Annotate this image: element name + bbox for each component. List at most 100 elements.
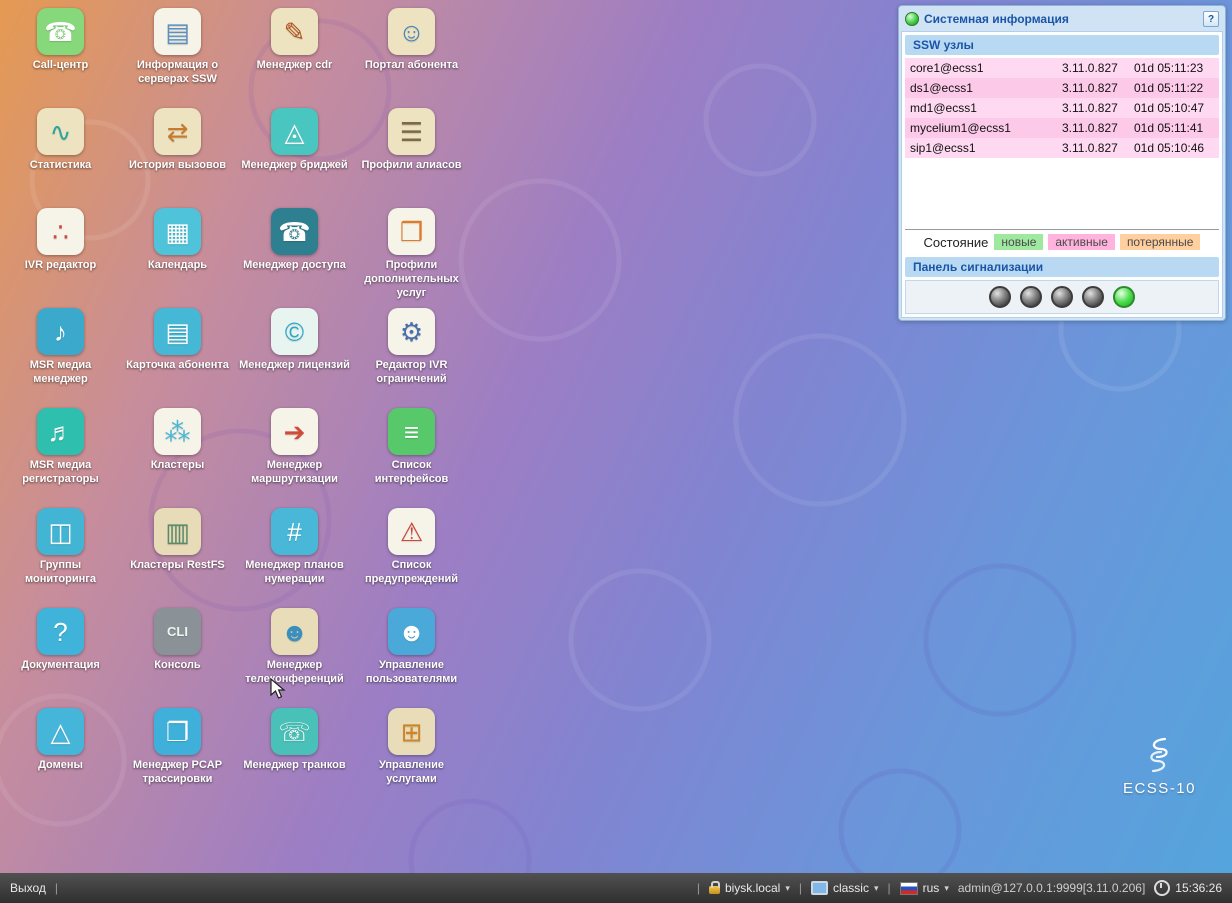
equalizer-icon: ♬ [37, 408, 84, 455]
alarm-led-gray[interactable] [989, 286, 1011, 308]
dialpad-icon: # [271, 508, 318, 555]
desktop-icon-teleconference-manager[interactable]: ☻Менеджер телеконференций [236, 608, 353, 708]
node-uptime: 01d 05:11:41 [1134, 121, 1214, 135]
alarm-led-gray[interactable] [1051, 286, 1073, 308]
desktop-icon-monitoring-groups[interactable]: ◫Группы мониторинга [2, 508, 119, 608]
monitor-user-icon: ☺ [388, 8, 435, 55]
desktop-icon-label: Менеджер бриджей [241, 159, 347, 173]
desktop-icon-label: Список предупреждений [355, 559, 469, 587]
desktop-icon-label: Управление пользователями [355, 659, 469, 687]
icon-glyph: ➔ [284, 419, 306, 445]
desktop-icon-bridge-manager[interactable]: ◬ Менеджер бриджей [236, 108, 353, 208]
desktop-icon-label: MSR медиа регистраторы [4, 459, 118, 487]
desktop-icon-restfs-clusters[interactable]: ▥ Кластеры RestFS [119, 508, 236, 608]
separator: | [799, 881, 802, 895]
desktop-icon-label: Список интерфейсов [355, 459, 469, 487]
desktop-icon-label: Менеджер cdr [257, 59, 333, 73]
desktop-icon-license-manager[interactable]: ©Менеджер лицензий [236, 308, 353, 408]
theme-selector[interactable]: classic ▾ [811, 881, 879, 895]
desktop-icon-ssw-servers-info[interactable]: ▤Информация о серверах SSW [119, 8, 236, 108]
time-label: 15:36:26 [1175, 881, 1222, 895]
desktop-icon-clusters[interactable]: ⁂Кластеры [119, 408, 236, 508]
desktop-icon-label: Статистика [30, 159, 92, 173]
alarm-led-gray[interactable] [1020, 286, 1042, 308]
separator: | [55, 881, 58, 895]
desktop-icon-service-management[interactable]: ⊞Управление услугами [353, 708, 470, 808]
desktop-icon-interface-list[interactable]: ≡Список интерфейсов [353, 408, 470, 508]
gears-icon: ⚙ [388, 308, 435, 355]
desktop-icon-cdr-manager[interactable]: ✎ Менеджер cdr [236, 8, 353, 108]
desktop-icon-domains[interactable]: △ Домены [2, 708, 119, 808]
domain-selector[interactable]: biysk.local ▾ [709, 881, 790, 895]
desktop-icon-label: Консоль [154, 659, 200, 673]
desktop-icon-label: Кластеры [151, 459, 205, 473]
desktop-icon-calendar[interactable]: ▦Календарь [119, 208, 236, 308]
status-legend-label: Состояние [924, 235, 989, 250]
desktop-icon-label: Менеджер маршрутизации [238, 459, 352, 487]
desktop-icon-warning-list[interactable]: ⚠ Список предупреждений [353, 508, 470, 608]
desktop-icon-label: Календарь [148, 259, 207, 273]
desktop-icon-call-center[interactable]: ☎Call-центр [2, 8, 119, 108]
node-name: md1@ecss1 [910, 101, 1062, 115]
route-arrows-icon: ➔ [271, 408, 318, 455]
desktop-icon-call-history[interactable]: ⇄История вызовов [119, 108, 236, 208]
bridge-icon: ◬ [271, 108, 318, 155]
desktop-icon-pcap-trace-manager[interactable]: ❐Менеджер PCAP трассировки [119, 708, 236, 808]
help-button[interactable]: ? [1203, 11, 1219, 27]
icon-glyph: ⚠ [400, 519, 423, 545]
node-row[interactable]: core1@ecss13.11.0.82701d 05:11:23 [905, 58, 1219, 78]
icon-glyph: ? [53, 619, 67, 645]
server-gear-icon: ▥ [154, 508, 201, 555]
desktop-icon-user-management[interactable]: ☻ Управление пользователями [353, 608, 470, 708]
desktop-icon-msr-media-recorders[interactable]: ♬ MSR медиа регистраторы [2, 408, 119, 508]
alarm-led-gray[interactable] [1082, 286, 1104, 308]
desktop-icon-subscriber-card[interactable]: ▤Карточка абонента [119, 308, 236, 408]
node-uptime: 01d 05:10:47 [1134, 101, 1214, 115]
alarm-panel-header: Панель сигнализации [905, 257, 1219, 277]
desktop-icon-alias-profiles[interactable]: ☰Профили алиасов [353, 108, 470, 208]
people-icon: ☻ [271, 608, 318, 655]
status-orb-icon [905, 12, 919, 26]
desktop-icon-label: Кластеры RestFS [130, 559, 225, 573]
desktop-icon-label: История вызовов [129, 159, 226, 173]
desktop-icon-statistics[interactable]: ∿Статистика [2, 108, 119, 208]
desktop-icon-trunk-manager[interactable]: ☏Менеджер транков [236, 708, 353, 808]
desktop-icon-subscriber-portal[interactable]: ☺ Портал абонента [353, 8, 470, 108]
exit-button[interactable]: Выход [10, 881, 46, 895]
desktop-icon-numbering-plan-manager[interactable]: #Менеджер планов нумерации [236, 508, 353, 608]
node-uptime: 01d 05:11:22 [1134, 81, 1214, 95]
system-info-titlebar[interactable]: Системная информация ? [901, 8, 1223, 31]
desktop-icon-access-manager[interactable]: ☎Менеджер доступа [236, 208, 353, 308]
ssw-nodes-header: SSW узлы [905, 35, 1219, 55]
desktop-icon-documentation[interactable]: ?Документация [2, 608, 119, 708]
ecss-logo-text: ECSS-10 [1123, 780, 1196, 797]
alarm-led-green[interactable] [1113, 286, 1135, 308]
desktop-icon-console[interactable]: CLIКонсоль [119, 608, 236, 708]
icon-glyph: ▤ [165, 319, 190, 345]
desktop-icon-label: Домены [38, 759, 83, 773]
taskbar: Выход | | biysk.local ▾ | classic ▾ | ru… [0, 873, 1232, 903]
desktop-icon-label: Портал абонента [365, 59, 458, 73]
desktop-icon-label: Call-центр [33, 59, 88, 73]
icon-glyph: ✎ [284, 19, 306, 45]
desktop-icon-msr-media-manager[interactable]: ♪MSR медиа менеджер [2, 308, 119, 408]
desktop-icon-ivr-restrictions-editor[interactable]: ⚙ Редактор IVR ограничений [353, 308, 470, 408]
alarm-bell-icon: ⚠ [388, 508, 435, 555]
desktop-icon-label: Редактор IVR ограничений [355, 359, 469, 387]
language-selector[interactable]: rus ▾ [900, 881, 949, 895]
desktop-icon-ivr-editor[interactable]: ∴IVR редактор [2, 208, 119, 308]
node-row[interactable]: mycelium1@ecss13.11.0.82701d 05:11:41 [905, 118, 1219, 138]
desktop-icon-routing-manager[interactable]: ➔ Менеджер маршрутизации [236, 408, 353, 508]
desktop-icon-supplementary-services-profiles[interactable]: ❒Профили дополнительных услуг [353, 208, 470, 308]
node-row[interactable]: sip1@ecss13.11.0.82701d 05:10:46 [905, 138, 1219, 158]
node-row[interactable]: md1@ecss13.11.0.82701d 05:10:47 [905, 98, 1219, 118]
node-row[interactable]: ds1@ecss13.11.0.82701d 05:11:22 [905, 78, 1219, 98]
triangle-icon: △ [37, 708, 84, 755]
icon-glyph: ⚙ [400, 319, 423, 345]
taskbar-right: | biysk.local ▾ | classic ▾ | rus ▾ admi… [697, 880, 1222, 896]
users-gear-icon: ☻ [388, 608, 435, 655]
dual-monitor-icon: ❐ [154, 708, 201, 755]
desktop: ☎Call-центр▤Информация о серверах SSW ✎ Ме… [0, 0, 1232, 873]
node-uptime: 01d 05:10:46 [1134, 141, 1214, 155]
icon-glyph: ◬ [285, 119, 305, 145]
